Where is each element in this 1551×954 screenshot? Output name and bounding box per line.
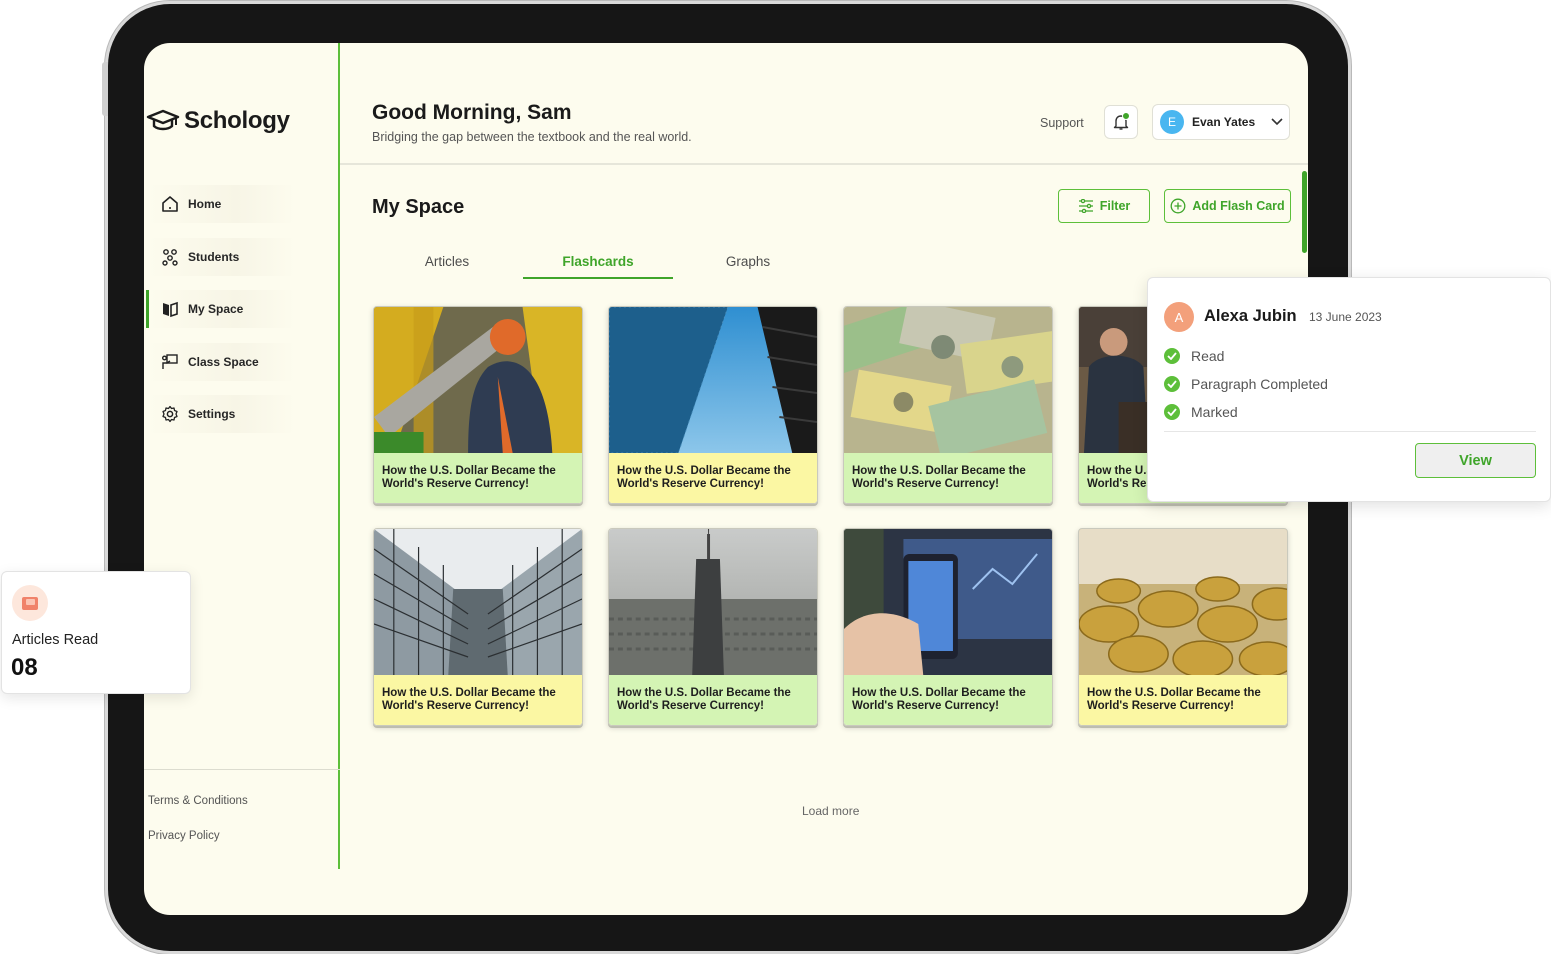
flashcard[interactable]: How the U.S. Dollar Became the World's R…	[608, 306, 818, 504]
check-icon	[1164, 404, 1180, 420]
sidebar-item-my-space[interactable]: My Space	[146, 290, 296, 328]
user-name: Evan Yates	[1192, 115, 1256, 129]
popover-user-name: Alexa Jubin	[1204, 307, 1297, 325]
tab-graphs[interactable]: Graphs	[673, 254, 823, 277]
view-button[interactable]: View	[1415, 443, 1536, 478]
book-icon	[160, 299, 180, 319]
construction-worker-image	[374, 307, 582, 453]
filter-button[interactable]: Filter	[1058, 189, 1150, 223]
stat-label: Articles Read	[12, 632, 99, 648]
stat-value: 08	[11, 654, 38, 681]
tab-articles[interactable]: Articles	[372, 254, 522, 277]
banknotes-image	[844, 307, 1052, 453]
gear-icon	[160, 404, 180, 424]
sidebar-item-label: My Space	[188, 302, 244, 316]
flashcard-title: How the U.S. Dollar Became the World's R…	[844, 453, 1052, 503]
chevron-down-icon	[1271, 118, 1283, 126]
load-more-link[interactable]: Load more	[802, 804, 859, 818]
page-title: My Space	[372, 196, 465, 218]
filter-label: Filter	[1099, 199, 1131, 213]
app-logo[interactable]: Schology	[146, 107, 290, 135]
students-icon	[160, 247, 180, 267]
tablet-side-button	[102, 62, 108, 116]
graduation-cap-icon	[146, 109, 180, 131]
plus-circle-icon	[1170, 198, 1186, 214]
glass-building-image	[374, 529, 582, 675]
sidebar-divider	[144, 769, 340, 770]
status-label: Marked	[1191, 404, 1238, 420]
notifications-button[interactable]	[1104, 105, 1138, 139]
add-flash-card-label: Add Flash Card	[1192, 199, 1285, 213]
support-link[interactable]: Support	[1040, 116, 1084, 130]
avatar: A	[1164, 302, 1194, 332]
sidebar-item-settings[interactable]: Settings	[146, 395, 296, 433]
sidebar-item-students[interactable]: Students	[146, 238, 296, 276]
flashcard[interactable]: How the U.S. Dollar Became the World's R…	[373, 306, 583, 504]
status-item: Read	[1164, 348, 1224, 364]
articles-read-card: Articles Read 08	[1, 571, 191, 694]
status-item: Paragraph Completed	[1164, 376, 1328, 392]
top-header: Good Morning, Sam Bridging the gap betwe…	[340, 43, 1308, 165]
flashcard-title: How the U.S. Dollar Became the World's R…	[374, 675, 582, 725]
flashcard[interactable]: How the U.S. Dollar Became the World's R…	[1078, 528, 1288, 726]
folder-icon	[12, 585, 48, 621]
flashcard-title: How the U.S. Dollar Became the World's R…	[844, 675, 1052, 725]
greeting-title: Good Morning, Sam	[372, 101, 572, 124]
home-icon	[160, 194, 180, 214]
activity-popover: A Alexa Jubin 13 June 2023 Read Paragrap…	[1147, 277, 1551, 502]
sidebar-item-label: Settings	[188, 407, 236, 421]
popover-date: 13 June 2023	[1309, 310, 1382, 324]
sidebar-item-label: Class Space	[188, 355, 259, 369]
app-screen: Schology Home Students My Space Class Sp…	[144, 43, 1308, 915]
filter-icon	[1078, 199, 1093, 213]
status-item: Marked	[1164, 404, 1238, 420]
flashcard[interactable]: How the U.S. Dollar Became the World's R…	[373, 528, 583, 726]
user-menu[interactable]: E Evan Yates	[1152, 104, 1290, 140]
flashcard[interactable]: How the U.S. Dollar Became the World's R…	[843, 306, 1053, 504]
sidebar-item-label: Students	[188, 250, 240, 264]
flashcard-title: How the U.S. Dollar Became the World's R…	[609, 675, 817, 725]
city-tower-image	[609, 529, 817, 675]
status-label: Paragraph Completed	[1191, 376, 1328, 392]
popover-divider	[1164, 431, 1536, 432]
trading-phone-image	[844, 529, 1052, 675]
gold-coins-image	[1079, 529, 1287, 675]
chalkboard-icon	[160, 352, 180, 372]
flashcard-title: How the U.S. Dollar Became the World's R…	[609, 453, 817, 503]
scrollbar[interactable]	[1302, 171, 1307, 253]
flashcard-title: How the U.S. Dollar Became the World's R…	[374, 453, 582, 503]
avatar: E	[1160, 110, 1184, 134]
check-icon	[1164, 376, 1180, 392]
tab-flashcards[interactable]: Flashcards	[523, 254, 673, 279]
app-name: Schology	[184, 107, 290, 134]
flashcard[interactable]: How the U.S. Dollar Became the World's R…	[608, 528, 818, 726]
notification-dot	[1122, 112, 1130, 120]
sidebar-item-class-space[interactable]: Class Space	[146, 343, 296, 381]
flashcard-title: How the U.S. Dollar Became the World's R…	[1079, 675, 1287, 725]
check-icon	[1164, 348, 1180, 364]
sidebar-item-home[interactable]: Home	[146, 185, 296, 223]
terms-link[interactable]: Terms & Conditions	[148, 795, 248, 807]
flashcard[interactable]: How the U.S. Dollar Became the World's R…	[843, 528, 1053, 726]
sidebar-item-label: Home	[188, 197, 222, 211]
status-label: Read	[1191, 348, 1225, 364]
greeting-subtitle: Bridging the gap between the textbook an…	[372, 130, 692, 144]
add-flash-card-button[interactable]: Add Flash Card	[1164, 189, 1291, 223]
skyscrapers-image	[609, 307, 817, 453]
privacy-link[interactable]: Privacy Policy	[148, 830, 220, 842]
sidebar: Schology Home Students My Space Class Sp…	[144, 43, 340, 869]
stage: Schology Home Students My Space Class Sp…	[0, 0, 1551, 954]
